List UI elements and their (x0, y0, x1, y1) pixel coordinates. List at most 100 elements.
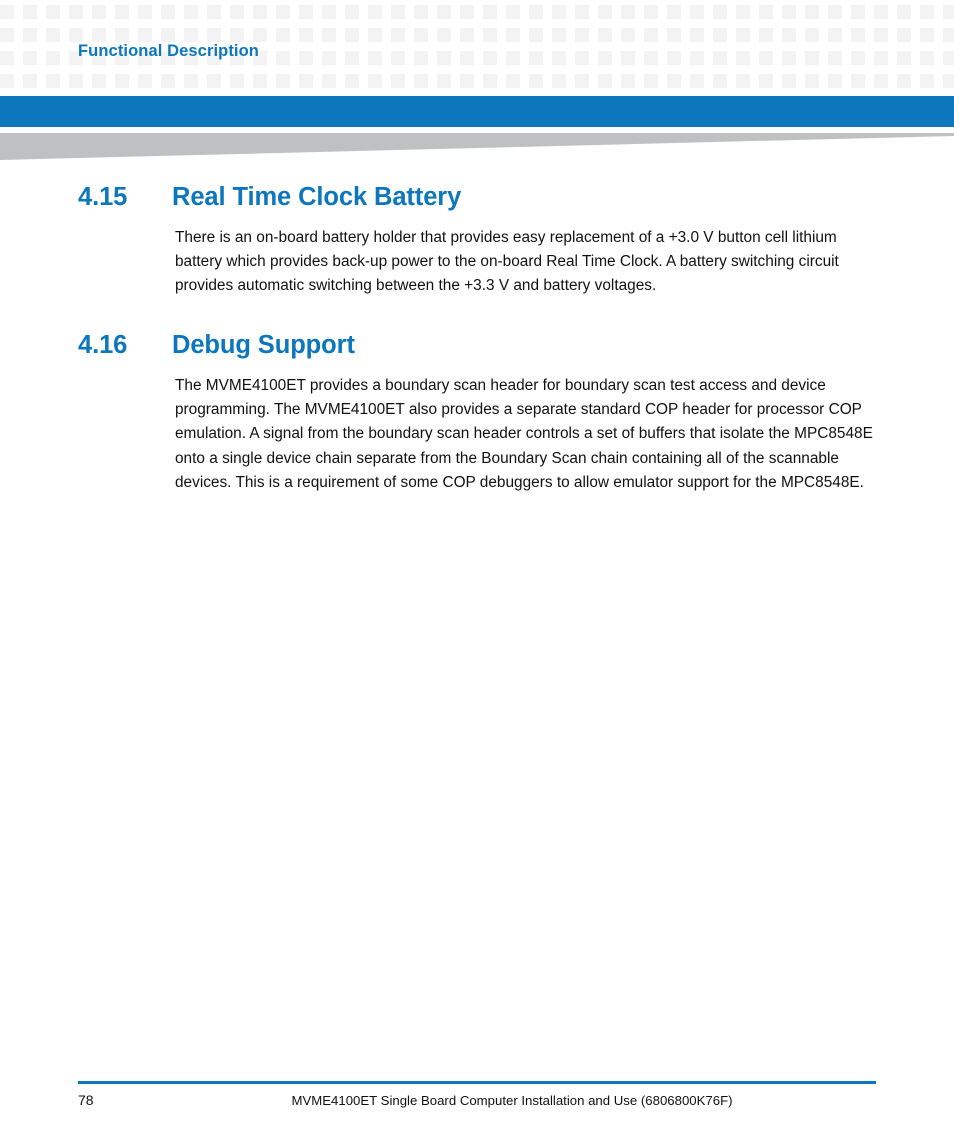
section-heading: 4.16 Debug Support (0, 331, 954, 360)
dot-grid-square (437, 74, 451, 88)
dot-grid-square (207, 74, 221, 88)
dot-grid-square (184, 5, 198, 19)
section-title: Debug Support (172, 331, 355, 360)
dot-grid-square (230, 74, 244, 88)
dot-grid-square (414, 5, 428, 19)
dot-grid-square (230, 5, 244, 19)
dot-grid-square (483, 74, 497, 88)
dot-grid-square (621, 51, 635, 65)
dot-grid-square (598, 74, 612, 88)
page-banner: Functional Description (0, 0, 954, 95)
dot-grid-square (782, 28, 796, 42)
dot-grid-square (299, 51, 313, 65)
dot-grid-square (690, 51, 704, 65)
dot-grid-square (115, 5, 129, 19)
dot-grid-square (115, 74, 129, 88)
dot-grid-square (483, 51, 497, 65)
dot-grid-square (897, 51, 911, 65)
dot-grid-square (598, 28, 612, 42)
dot-grid-square (575, 5, 589, 19)
dot-grid-square (345, 74, 359, 88)
dot-grid-square (253, 28, 267, 42)
dot-grid-square (644, 74, 658, 88)
dot-grid-square (782, 51, 796, 65)
dot-grid-square (575, 28, 589, 42)
dot-grid-square (759, 51, 773, 65)
dot-grid-square (69, 5, 83, 19)
dot-grid-square (414, 28, 428, 42)
dot-grid-square (0, 5, 14, 19)
dot-grid-square (23, 28, 37, 42)
dot-grid-square (207, 5, 221, 19)
dot-grid-square (828, 28, 842, 42)
dot-grid-square (736, 74, 750, 88)
section-heading: 4.15 Real Time Clock Battery (0, 183, 954, 212)
footer-document-title: MVME4100ET Single Board Computer Install… (291, 1093, 733, 1108)
dot-grid-square (690, 5, 704, 19)
dot-grid-square (805, 74, 819, 88)
dot-grid-square (736, 5, 750, 19)
dot-grid-square (276, 28, 290, 42)
dot-grid-square (805, 28, 819, 42)
dot-grid-square (621, 5, 635, 19)
dot-grid-square (138, 28, 152, 42)
dot-grid-square (851, 28, 865, 42)
dot-grid-square (414, 51, 428, 65)
dot-grid-square (713, 5, 727, 19)
dot-grid-square (207, 28, 221, 42)
dot-grid-square (276, 51, 290, 65)
dot-grid-square (828, 5, 842, 19)
dot-grid-square (759, 28, 773, 42)
dot-grid-square (437, 51, 451, 65)
dot-grid-square (943, 5, 954, 19)
dot-grid-square (460, 28, 474, 42)
dot-grid-square (713, 51, 727, 65)
dot-grid-square (322, 51, 336, 65)
dot-grid-square (943, 51, 954, 65)
footer-divider-rule (78, 1081, 876, 1084)
dot-grid-square (506, 74, 520, 88)
dot-grid-square (368, 74, 382, 88)
gray-wedge-shape (0, 133, 954, 160)
dot-grid-square (46, 51, 60, 65)
dot-grid-square (253, 5, 267, 19)
dot-grid-square (161, 74, 175, 88)
dot-grid-square (115, 28, 129, 42)
dot-grid-square (299, 74, 313, 88)
dot-grid-square (644, 5, 658, 19)
dot-grid-square (897, 28, 911, 42)
dot-grid-square (0, 28, 14, 42)
dot-grid-square (391, 5, 405, 19)
page-footer: 78 MVME4100ET Single Board Computer Inst… (0, 1065, 954, 1145)
dot-grid-square (437, 28, 451, 42)
dot-grid-square (874, 51, 888, 65)
dot-grid-square (529, 5, 543, 19)
dot-grid-square (23, 5, 37, 19)
dot-grid-square (437, 5, 451, 19)
dot-grid-square (874, 28, 888, 42)
dot-grid-square (713, 28, 727, 42)
dot-grid-square (23, 74, 37, 88)
dot-grid-square (782, 74, 796, 88)
dot-grid-square (161, 28, 175, 42)
dot-grid-square (138, 74, 152, 88)
dot-grid-square (483, 28, 497, 42)
dot-grid-square (299, 5, 313, 19)
dot-grid-square (690, 28, 704, 42)
dot-grid-square (644, 51, 658, 65)
dot-grid-square (598, 51, 612, 65)
dot-grid-square (552, 51, 566, 65)
dot-grid-square (529, 28, 543, 42)
dot-grid-square (69, 74, 83, 88)
dot-grid-square (184, 74, 198, 88)
dot-grid-square (598, 5, 612, 19)
dot-grid-square (805, 51, 819, 65)
section-title: Real Time Clock Battery (172, 183, 462, 211)
dot-grid-square (897, 74, 911, 88)
dot-grid-square (690, 74, 704, 88)
dot-grid-square (391, 74, 405, 88)
dot-grid-square (322, 28, 336, 42)
dot-grid-square (575, 74, 589, 88)
dot-grid-square (414, 74, 428, 88)
dot-grid-square (0, 74, 14, 88)
